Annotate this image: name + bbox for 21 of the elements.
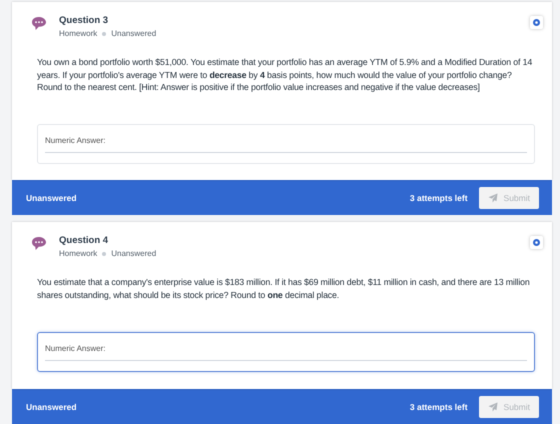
send-icon xyxy=(488,192,498,202)
chat-bubble-icon xyxy=(31,16,47,31)
footer-status: Unanswered xyxy=(26,402,78,412)
bookmark-button[interactable] xyxy=(530,236,543,249)
question-title: Question 3 xyxy=(59,15,110,26)
answer-field[interactable]: Numeric Answer: xyxy=(37,332,535,372)
target-icon xyxy=(533,19,540,26)
send-icon xyxy=(488,402,498,412)
question-category: Homework xyxy=(59,29,98,38)
question-title: Question 4 xyxy=(59,235,110,246)
question-text: You own a bond portfolio worth $51,000. You estimate that your portfolio has an average YTM of 5.9% and a Modified Duration of 14 years. If your portfolio's average YTM were to decrease by 4 basis points, how much would the value of your portfolio change? Round to the nearest cent. [Hint: Answer is positive if the portfolio value increases and negative if the value decreases] xyxy=(37,56,534,94)
question-status: Unanswered xyxy=(111,249,156,258)
question-text: You estimate that a company's enterprise value is $183 million. If it has $69 million debt, $11 million in cash, and there are 13 million shares outstanding, what should be its stock price? Round to one decimal place. xyxy=(37,276,531,302)
attempts-left: 3 attempts left xyxy=(410,192,468,202)
target-icon xyxy=(533,239,540,246)
footer-status: Unanswered xyxy=(26,192,78,202)
chat-bubble-icon xyxy=(31,236,47,251)
question-category: Homework xyxy=(59,249,98,258)
attempts-left: 3 attempts left xyxy=(410,402,468,412)
bookmark-button[interactable] xyxy=(530,16,543,29)
question-status: Unanswered xyxy=(111,29,156,38)
